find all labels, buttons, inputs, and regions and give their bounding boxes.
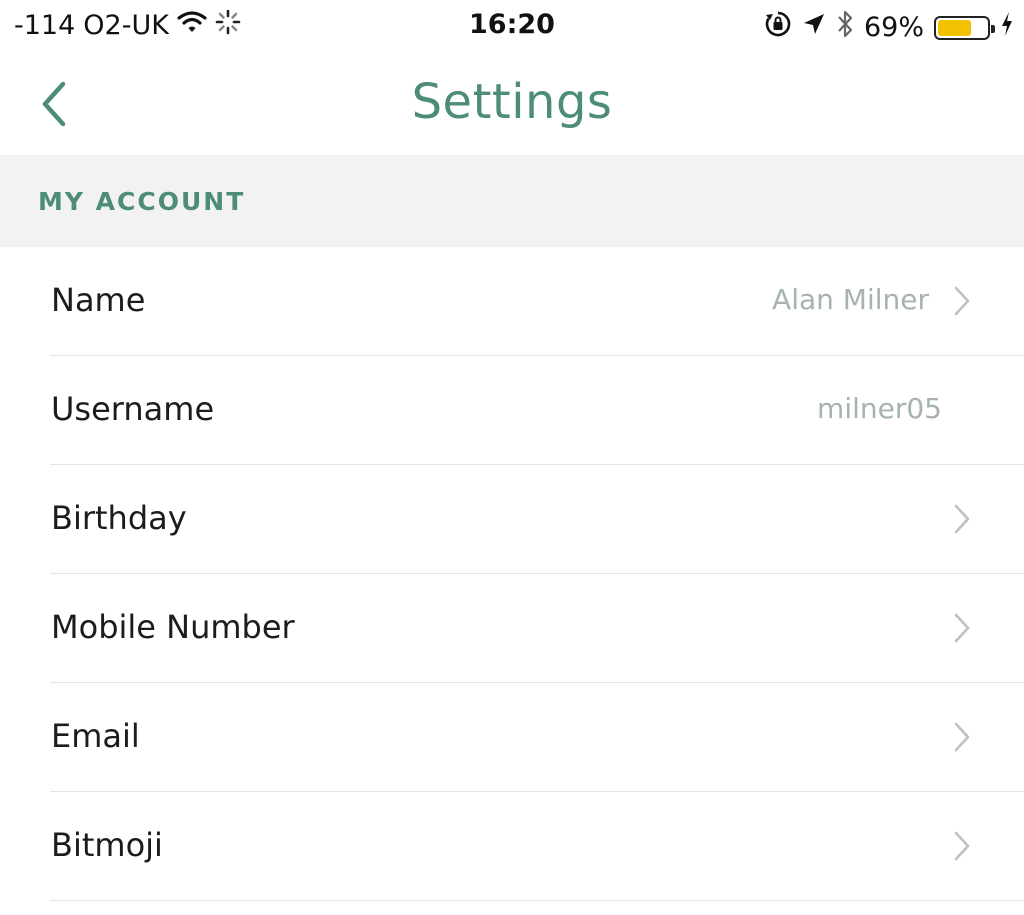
navigation-bar: Settings	[0, 52, 1024, 155]
chevron-right-icon	[954, 613, 970, 643]
settings-row-email[interactable]: Email	[0, 683, 1024, 792]
row-label: Bitmoji	[51, 826, 163, 864]
settings-row-bitmoji[interactable]: Bitmoji	[0, 792, 1024, 901]
chevron-right-icon	[954, 722, 970, 752]
page-title: Settings	[411, 74, 613, 130]
section-title: MY ACCOUNT	[38, 187, 246, 216]
battery-icon	[934, 15, 995, 40]
account-settings-list: Name Alan Milner Username milner05 Birth…	[0, 247, 1024, 901]
row-label: Username	[51, 390, 215, 428]
settings-row-birthday[interactable]: Birthday	[0, 465, 1024, 574]
rotation-lock-icon	[764, 10, 792, 45]
row-label: Birthday	[51, 499, 187, 537]
settings-row-username[interactable]: Username milner05	[0, 356, 1024, 465]
bluetooth-icon	[836, 9, 854, 46]
row-label: Name	[51, 281, 146, 319]
chevron-right-icon	[954, 504, 970, 534]
row-value: Alan Milner	[772, 283, 929, 316]
chevron-right-icon	[954, 286, 970, 316]
battery-level-fill	[938, 19, 972, 36]
status-bar: -114 O2-UK 16:20 69%	[0, 0, 1024, 52]
settings-screen: -114 O2-UK 16:20 69% Settings MY ACCOUNT…	[0, 0, 1024, 915]
charging-bolt-icon	[1000, 11, 1014, 44]
status-right: 69%	[764, 9, 1014, 46]
row-value: milner05	[817, 392, 942, 425]
chevron-right-icon	[954, 831, 970, 861]
location-arrow-icon	[802, 12, 826, 43]
row-divider	[50, 900, 1024, 901]
row-label: Email	[51, 717, 140, 755]
battery-percent: 69%	[863, 12, 924, 43]
row-label: Mobile Number	[51, 608, 295, 646]
settings-row-name[interactable]: Name Alan Milner	[0, 247, 1024, 356]
settings-row-mobile-number[interactable]: Mobile Number	[0, 574, 1024, 683]
battery-cap	[991, 24, 995, 33]
section-header-my-account: MY ACCOUNT	[0, 155, 1024, 247]
